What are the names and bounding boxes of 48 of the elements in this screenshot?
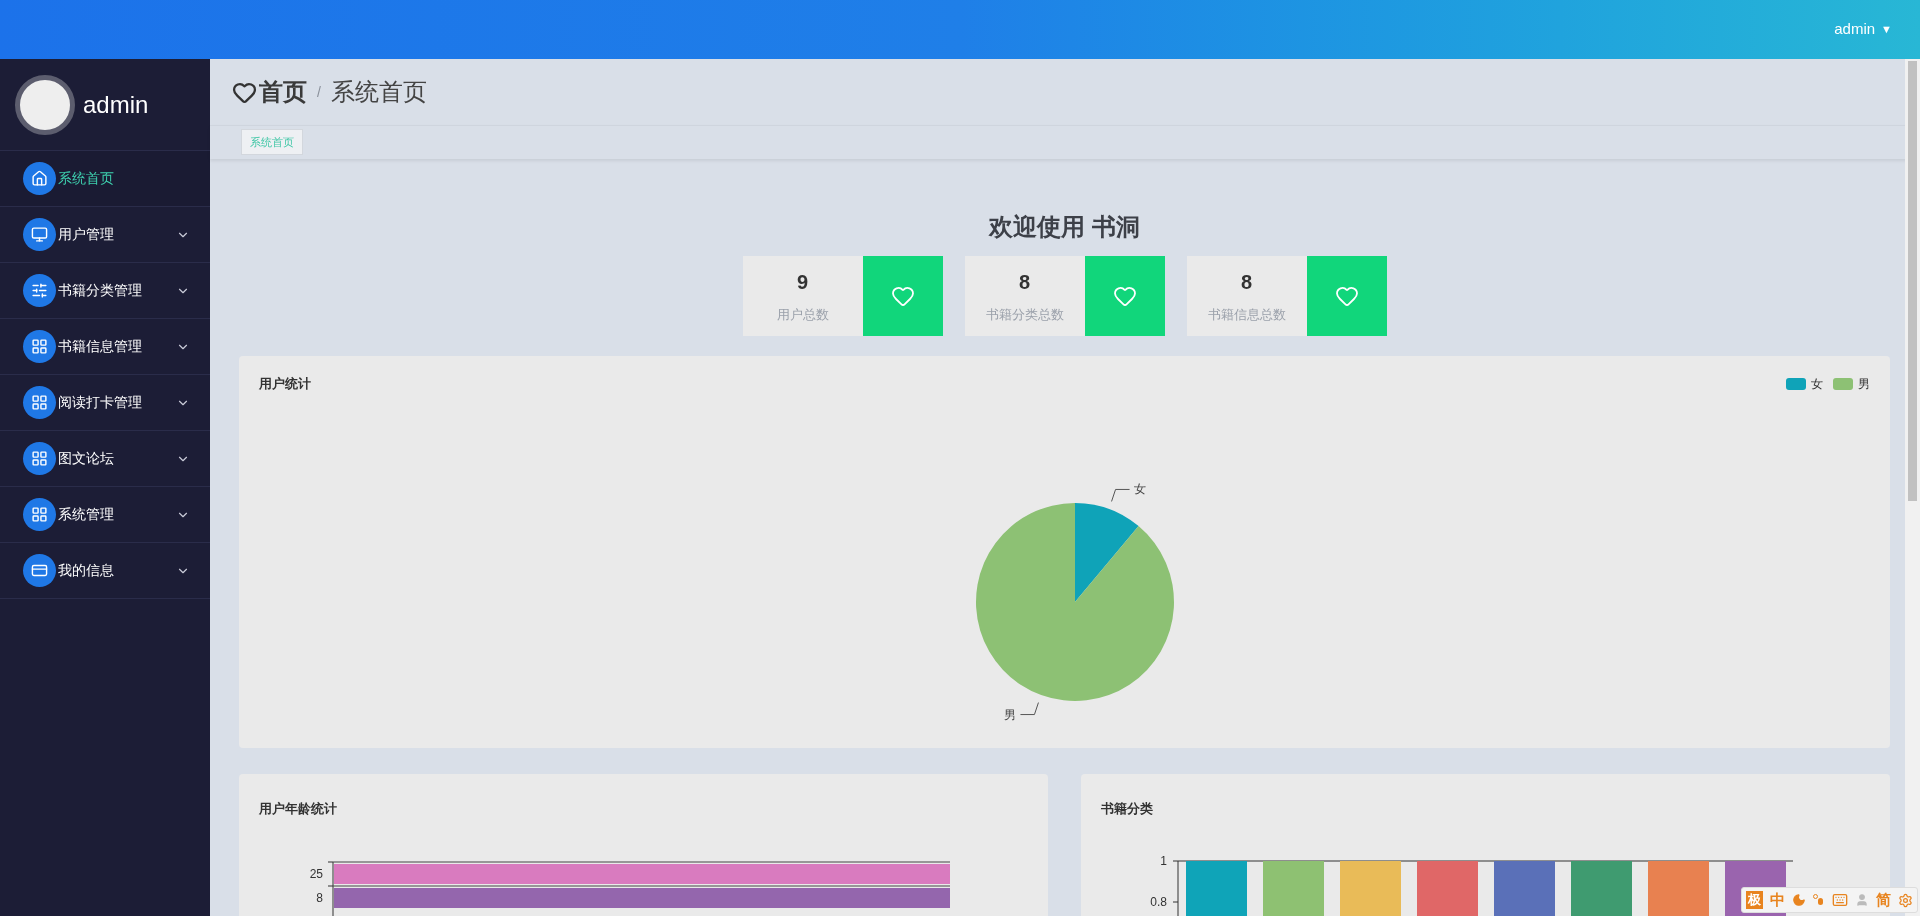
sidebar-item[interactable]: 书籍分类管理: [0, 263, 210, 319]
stat-label: 用户总数: [776, 306, 829, 325]
breadcrumb-home[interactable]: 首页: [259, 74, 307, 110]
axis-label: 8: [316, 891, 323, 905]
keyboard-icon[interactable]: [1832, 892, 1848, 908]
pie-label: 男: [1003, 707, 1016, 722]
stat-value: 8: [1240, 270, 1253, 296]
heart-icon: [890, 284, 915, 308]
welcome-title: 欢迎使用 书洞: [987, 212, 1141, 242]
breadcrumb-separator: /: [317, 82, 321, 102]
stat-label: 书籍分类总数: [985, 306, 1064, 325]
menu-icon: [23, 330, 56, 363]
scrollbar[interactable]: [1905, 59, 1920, 916]
leader-line: [1019, 701, 1039, 715]
breadcrumb-current: 系统首页: [330, 77, 427, 107]
panel-title: 书籍分类: [1101, 801, 1153, 816]
panel-title: 用户年龄统计: [259, 801, 337, 816]
heart-icon: [1334, 284, 1359, 308]
sidebar-username: admin: [83, 89, 149, 120]
menu-icon: [23, 218, 56, 251]
heart-icon: [1112, 284, 1137, 308]
scrollbar-thumb[interactable]: [1908, 61, 1917, 501]
stat-value: 9: [796, 270, 809, 296]
panel-title: 用户统计: [259, 375, 311, 393]
menu-icon: [23, 386, 56, 419]
menu-icon: [23, 498, 56, 531]
sidebar-item[interactable]: 书籍信息管理: [0, 319, 210, 375]
legend-label: 女: [1811, 375, 1823, 393]
menu-icon: [23, 274, 56, 307]
axis-tick-label: 1: [1160, 854, 1167, 868]
stat-label: 书籍信息总数: [1207, 306, 1286, 325]
stat-value: 8: [1018, 270, 1031, 296]
sidebar-item[interactable]: 我的信息: [0, 543, 210, 599]
user-icon[interactable]: [1855, 893, 1869, 907]
sidebar-item[interactable]: 图文论坛: [0, 431, 210, 487]
sidebar-item[interactable]: 用户管理: [0, 207, 210, 263]
moon-icon[interactable]: [1792, 893, 1806, 907]
legend-label: 男: [1858, 375, 1870, 393]
menu-icon: [23, 162, 56, 195]
menu-icon: [23, 442, 56, 475]
settings-icon[interactable]: [1898, 892, 1913, 908]
sidebar-item[interactable]: 阅读打卡管理: [0, 375, 210, 431]
menu-icon: [23, 554, 56, 587]
axis-label: 25: [309, 867, 323, 881]
pie-label: 女: [1133, 481, 1146, 496]
sidebar-item[interactable]: 系统管理: [0, 487, 210, 543]
axis-tick-label: 0.8: [1150, 895, 1167, 909]
leader-line: [1110, 488, 1130, 502]
